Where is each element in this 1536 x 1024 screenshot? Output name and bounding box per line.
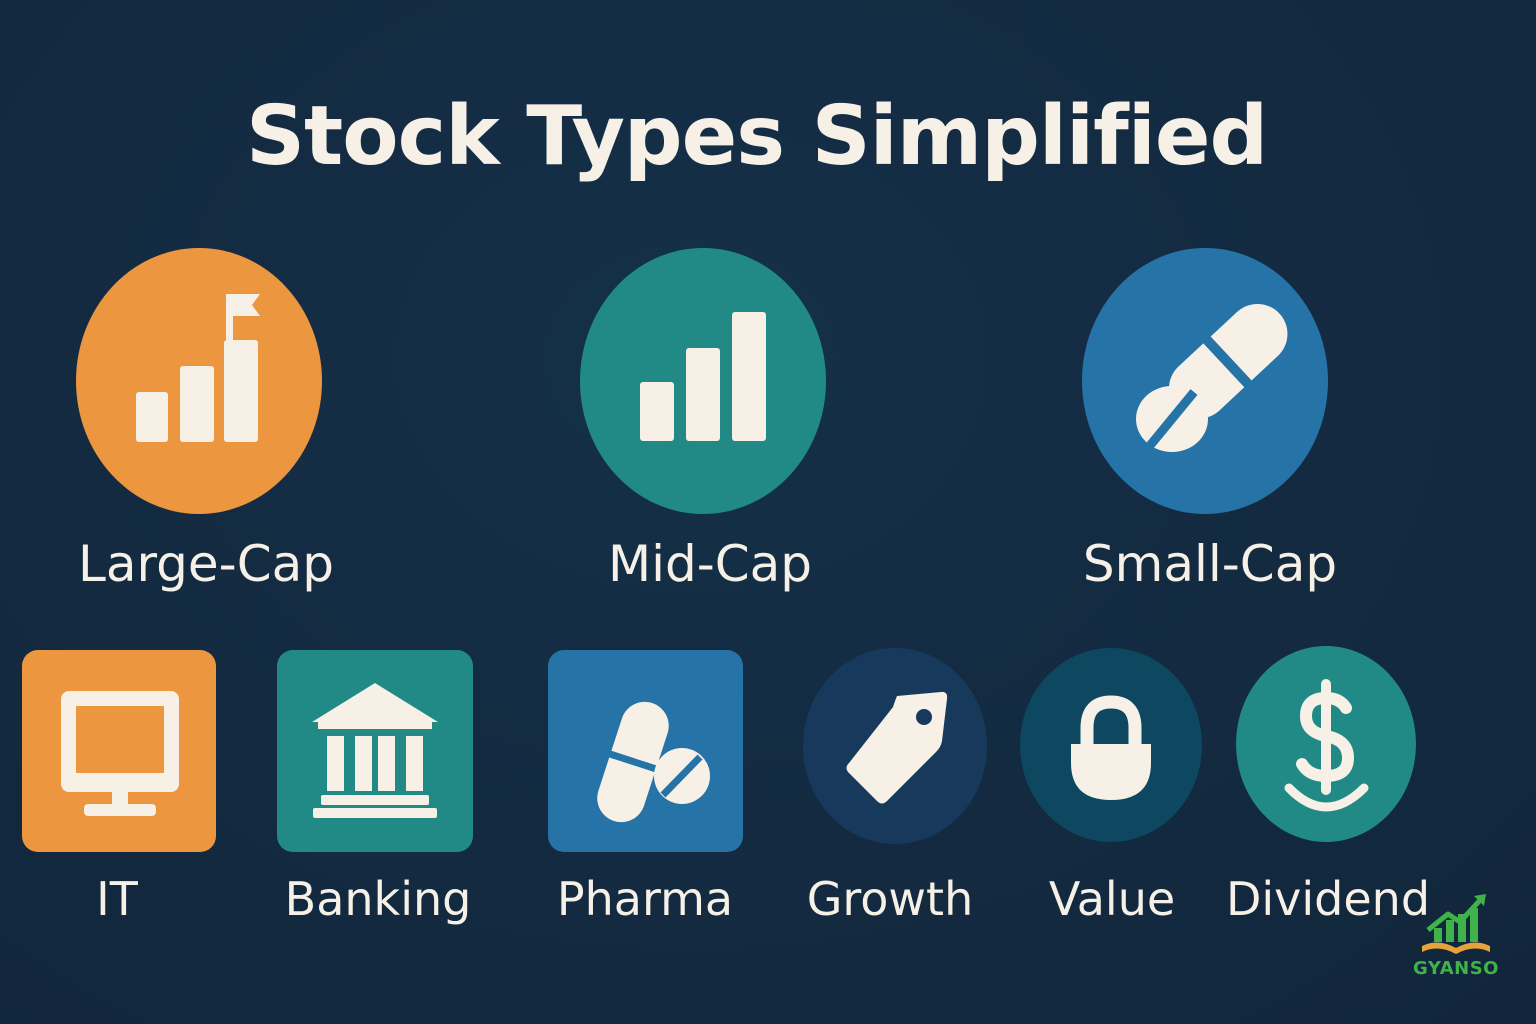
growth-label: Growth <box>806 872 974 926</box>
banking-label: Banking <box>284 872 472 926</box>
bar-chart-flag-icon <box>136 294 260 442</box>
bank-icon <box>312 683 438 818</box>
bar-chart-icon <box>640 312 766 441</box>
value-circle <box>1020 648 1202 842</box>
small-cap-label: Small-Cap <box>1082 535 1338 593</box>
monitor-icon <box>61 691 179 816</box>
mid-cap-circle <box>580 248 826 514</box>
logo-text: GYANSO <box>1413 958 1499 979</box>
growth-circle <box>803 648 987 844</box>
large-cap-label: Large-Cap <box>77 535 334 593</box>
pharma-tile <box>548 650 743 852</box>
pharma-label: Pharma <box>556 872 734 926</box>
banking-tile <box>277 650 473 852</box>
small-cap-circle <box>1082 248 1328 514</box>
dividend-circle <box>1236 646 1416 842</box>
growth-book-logo-icon <box>1422 894 1490 954</box>
value-label: Value <box>1048 872 1176 926</box>
page-title: Stock Types Simplified <box>246 89 1268 184</box>
large-cap-circle <box>76 248 322 514</box>
gyanso-logo: GYANSO <box>1404 888 1508 984</box>
mid-cap-label: Mid-Cap <box>607 535 813 593</box>
price-tag-icon <box>846 691 948 804</box>
it-label: IT <box>96 872 138 926</box>
pill-icon <box>1136 303 1288 452</box>
padlock-icon <box>1071 695 1151 800</box>
dollar-hand-icon <box>1284 679 1369 812</box>
pills-icon <box>597 701 710 823</box>
it-tile <box>22 650 216 852</box>
